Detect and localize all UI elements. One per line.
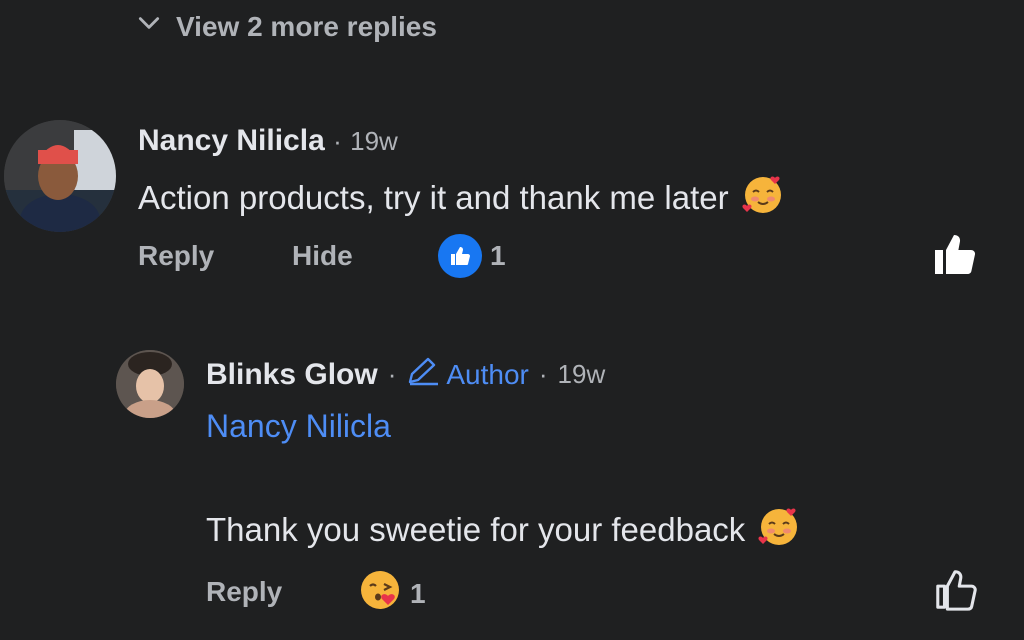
comment-reaction-summary[interactable]: 1 <box>438 234 506 278</box>
reply-text: Thank you sweetie for your feedback <box>206 511 746 548</box>
smiling-hearts-emoji-icon <box>741 172 785 224</box>
comment-text: Action products, try it and thank me lat… <box>138 179 729 216</box>
reply-author-row: Blinks Glow · Author · 19w <box>206 356 605 393</box>
reaction-count: 1 <box>410 577 426 609</box>
avatar[interactable] <box>4 120 116 232</box>
reply-timestamp[interactable]: 19w <box>558 359 606 390</box>
separator: · <box>538 359 548 389</box>
reply-button[interactable]: Reply <box>138 240 214 272</box>
comments-panel: View 2 more replies Nancy Nilicla · 19w … <box>0 0 1024 640</box>
blowing-kiss-emoji-icon <box>358 568 402 619</box>
view-more-replies-button[interactable]: View 2 more replies <box>136 10 437 43</box>
separator: · <box>333 126 342 156</box>
reply-author-name[interactable]: Blinks Glow <box>206 358 378 392</box>
comment-timestamp[interactable]: 19w <box>350 126 398 156</box>
reply-mention-link[interactable]: Nancy Nilicla <box>206 408 391 445</box>
separator: · <box>387 359 397 389</box>
author-badge: Author <box>406 356 529 393</box>
pencil-icon <box>406 356 440 393</box>
hide-button[interactable]: Hide <box>292 240 353 272</box>
thumbs-up-filled-icon[interactable] <box>930 230 980 283</box>
comment-body: Action products, try it and thank me lat… <box>138 172 785 224</box>
chevron-down-icon <box>136 10 162 43</box>
like-icon <box>438 234 482 278</box>
smiling-hearts-emoji-icon <box>757 504 801 556</box>
reply-reaction-summary[interactable]: 1 <box>358 568 426 619</box>
author-badge-label: Author <box>446 358 529 390</box>
reply-body: Thank you sweetie for your feedback <box>206 504 801 556</box>
comment-author-row: Nancy Nilicla · 19w <box>138 124 398 158</box>
reaction-count: 1 <box>490 240 506 271</box>
reply-button[interactable]: Reply <box>206 576 282 608</box>
avatar[interactable] <box>116 350 184 418</box>
comment-author-name[interactable]: Nancy Nilicla <box>138 124 325 157</box>
thumbs-up-outline-icon[interactable] <box>932 566 980 617</box>
view-more-replies-label: View 2 more replies <box>176 10 437 42</box>
